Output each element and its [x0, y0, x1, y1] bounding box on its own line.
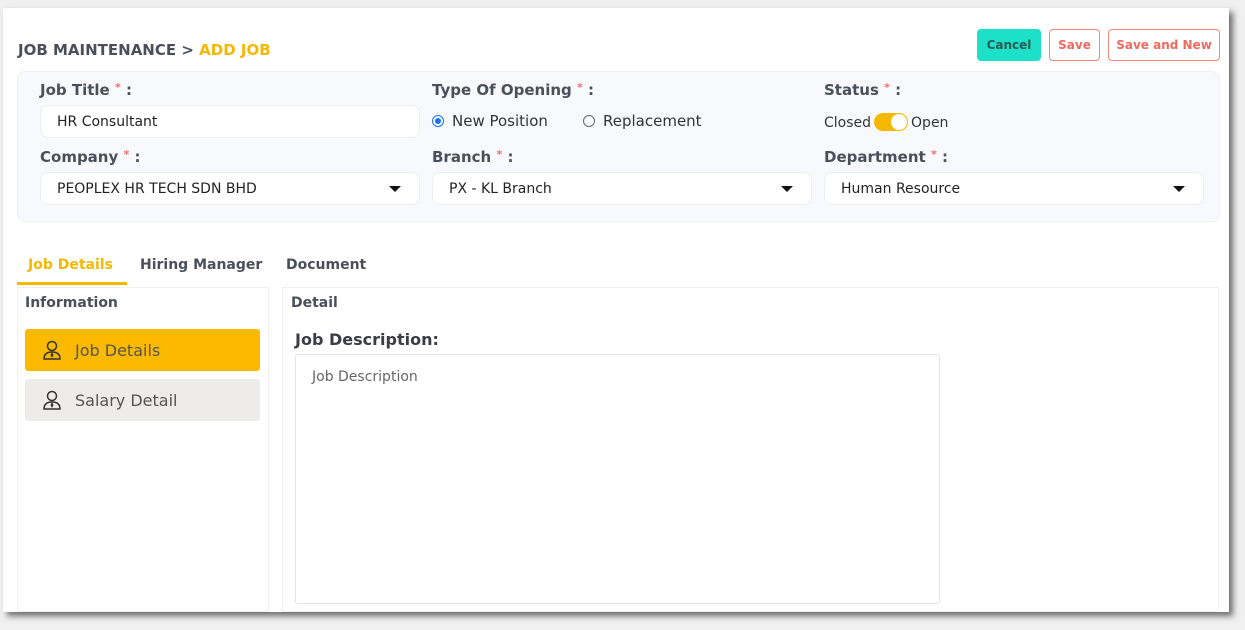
radio-unchecked-icon[interactable] [583, 115, 595, 127]
save-button[interactable]: Save [1049, 29, 1100, 61]
information-title: Information [25, 295, 118, 311]
user-tie-icon [43, 340, 61, 360]
department-select[interactable]: Human Resource [824, 172, 1204, 205]
status-label: Status * : [824, 81, 902, 99]
sidebar-item-label: Salary Detail [75, 390, 178, 410]
radio-replacement[interactable]: Replacement [583, 112, 702, 130]
type-of-opening-label: Type Of Opening * : [432, 81, 594, 99]
job-title-label: Job Title * : [40, 81, 132, 99]
radio-checked-icon[interactable] [432, 115, 444, 127]
job-description-label: Job Description: [295, 330, 439, 349]
job-description-textarea[interactable]: Job Description [295, 354, 940, 604]
chevron-down-icon [389, 186, 401, 192]
cancel-button[interactable]: Cancel [977, 29, 1041, 61]
active-tab-indicator [17, 282, 127, 285]
breadcrumb-separator: > [181, 41, 194, 59]
job-title-input[interactable]: HR Consultant [40, 105, 420, 138]
detail-title: Detail [291, 295, 338, 311]
status-toggle[interactable] [874, 113, 909, 131]
save-and-new-button[interactable]: Save and New [1108, 29, 1220, 61]
chevron-down-icon [1173, 186, 1185, 192]
breadcrumb-current: ADD JOB [199, 41, 271, 59]
chevron-down-icon [781, 186, 793, 192]
tab-document[interactable]: Document [286, 257, 366, 273]
department-label: Department * : [824, 148, 948, 166]
status-open-label: Open [911, 115, 949, 131]
company-label: Company * : [40, 148, 141, 166]
tab-job-details[interactable]: Job Details [28, 257, 113, 273]
status-closed-label: Closed [824, 115, 872, 131]
job-form-panel: Job Title * : HR Consultant Type Of Open… [17, 71, 1220, 222]
company-select[interactable]: PEOPLEX HR TECH SDN BHD [40, 172, 420, 205]
branch-label: Branch * : [432, 148, 514, 166]
user-tie-icon [43, 390, 61, 410]
sidebar-item-salary-detail[interactable]: Salary Detail [25, 379, 260, 421]
sidebar-item-job-details[interactable]: Job Details [25, 329, 260, 371]
page-card: JOB MAINTENANCE > ADD JOB Cancel Save Sa… [3, 8, 1229, 612]
breadcrumb: JOB MAINTENANCE > ADD JOB [18, 41, 271, 59]
tab-hiring-manager[interactable]: Hiring Manager [140, 257, 262, 273]
radio-new-position[interactable]: New Position [432, 112, 548, 130]
sidebar-item-label: Job Details [75, 340, 161, 360]
breadcrumb-parent[interactable]: JOB MAINTENANCE [18, 41, 176, 59]
status-toggle-group: Closed Open [824, 113, 948, 131]
branch-select[interactable]: PX - KL Branch [432, 172, 812, 205]
